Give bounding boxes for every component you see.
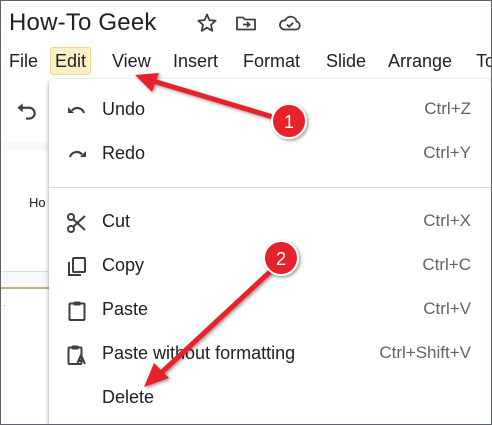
menu-tools[interactable]: To (472, 48, 491, 74)
menu-item-redo[interactable]: Redo Ctrl+Y (49, 134, 491, 174)
clipboard-icon (65, 299, 89, 323)
menu-item-label: Cut (102, 211, 131, 231)
menu-item-paste[interactable]: Paste Ctrl+V (49, 290, 491, 330)
menu-item-shortcut: Ctrl+C (422, 255, 471, 274)
slide-thumbnail-text: Ho (29, 195, 46, 210)
undo-icon (65, 99, 89, 123)
menu-item-label: Paste without formatting (102, 343, 296, 363)
menu-item-shortcut: Ctrl+V (423, 299, 471, 318)
redo-icon (65, 143, 89, 167)
menu-arrange[interactable]: Arrange (384, 48, 456, 74)
menu-insert[interactable]: Insert (169, 48, 222, 74)
paste-plain-icon (65, 343, 89, 367)
menu-format[interactable]: Format (239, 48, 304, 74)
menu-slide[interactable]: Slide (322, 48, 370, 74)
scissors-icon (65, 211, 89, 235)
menu-item-label: Copy (102, 255, 145, 275)
menu-item-cut[interactable]: Cut Ctrl+X (49, 202, 491, 242)
edit-menu-dropdown: Undo Ctrl+Z Redo Ctrl+Y Cut Ctrl+X Copy … (49, 79, 491, 424)
menu-item-undo[interactable]: Undo Ctrl+Z (49, 90, 491, 130)
menu-item-delete[interactable]: Delete (49, 378, 491, 418)
menu-item-shortcut: Ctrl+Shift+V (379, 343, 471, 362)
menu-item-paste-without-formatting[interactable]: Paste without formatting Ctrl+Shift+V (49, 334, 491, 374)
menu-divider (49, 187, 491, 188)
star-icon[interactable] (195, 11, 219, 35)
undo-icon[interactable] (13, 98, 39, 124)
menu-item-shortcut: Ctrl+Y (423, 143, 471, 162)
menu-bar: File Edit View Insert Format Slide Arran… (1, 45, 491, 77)
document-title[interactable]: How-To Geek (9, 9, 157, 37)
menu-view[interactable]: View (108, 48, 155, 74)
menu-item-label: Delete (102, 387, 155, 407)
menu-item-label: Undo (102, 99, 146, 119)
move-to-folder-icon[interactable] (234, 11, 258, 35)
menu-item-copy[interactable]: Copy Ctrl+C (49, 246, 491, 286)
menu-item-shortcut: Ctrl+Z (424, 99, 471, 118)
slide-thumbnail[interactable] (1, 287, 53, 424)
menu-edit[interactable]: Edit (50, 47, 92, 75)
menu-file[interactable]: File (5, 48, 42, 74)
thumbnail-mark: · (3, 301, 6, 310)
menu-item-shortcut: Ctrl+X (423, 211, 471, 230)
copy-icon (65, 255, 89, 279)
menu-item-label: Paste (102, 299, 149, 319)
app-window: How-To Geek File Edit View Insert Format… (0, 0, 492, 425)
cloud-saved-icon[interactable] (277, 11, 301, 35)
menu-item-label: Redo (102, 143, 146, 163)
